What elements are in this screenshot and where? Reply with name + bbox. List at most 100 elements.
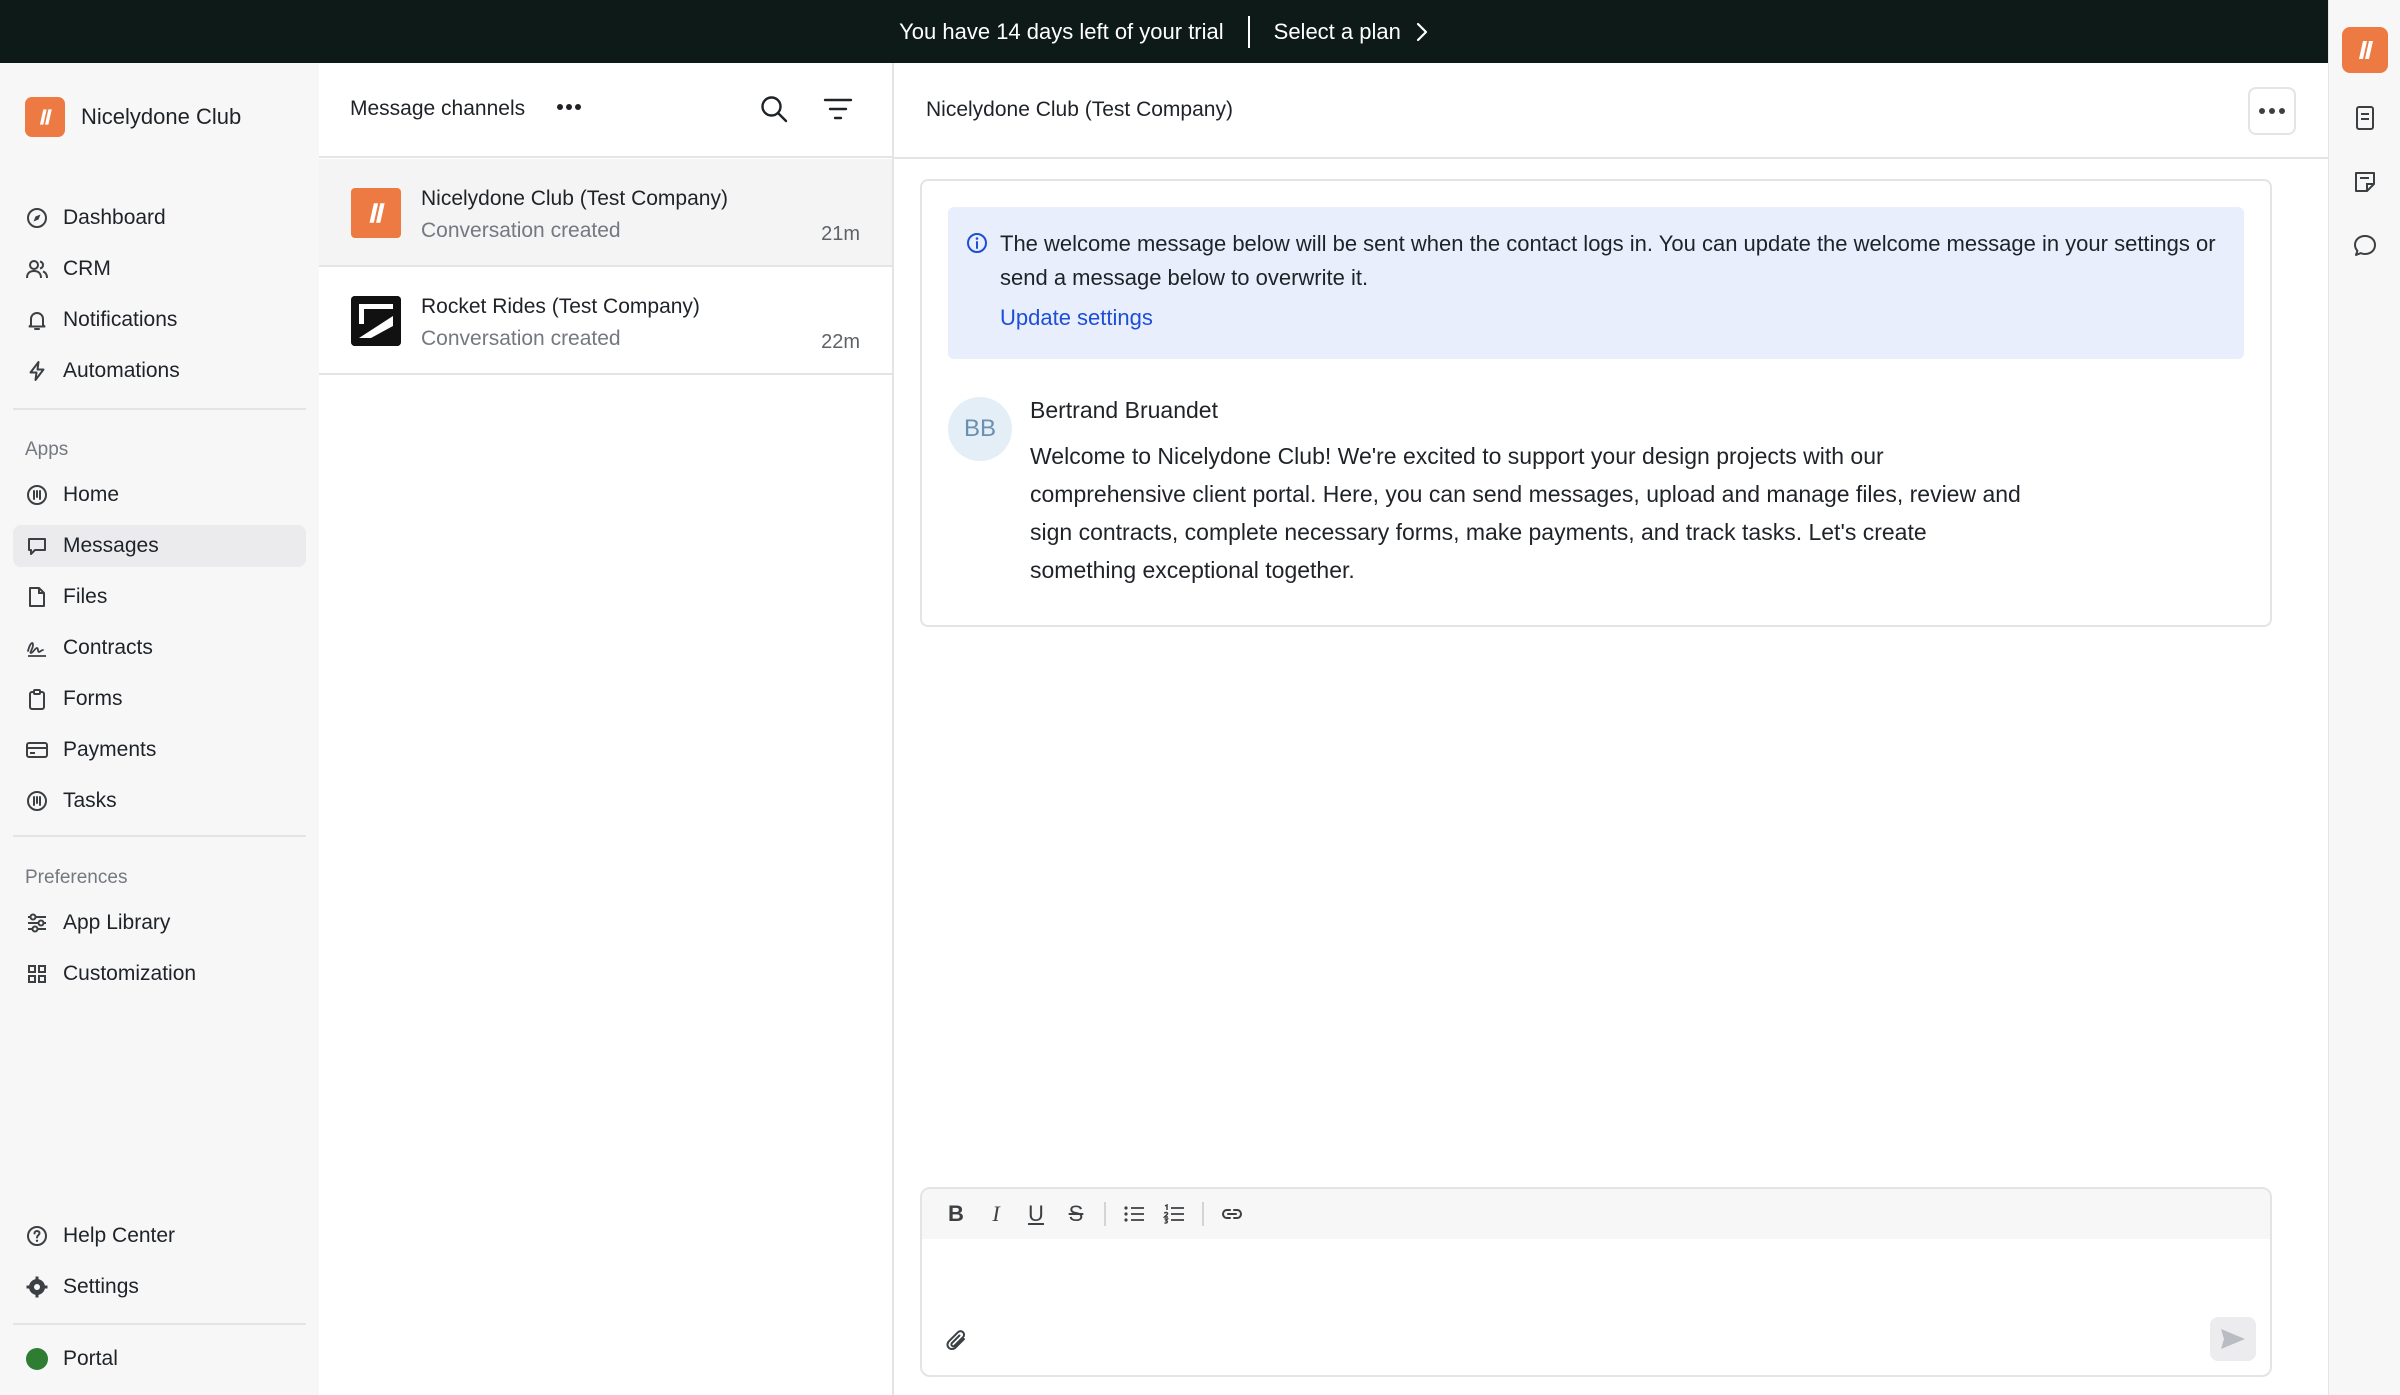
preferences-section-label: Preferences xyxy=(25,867,128,888)
welcome-message-card: The welcome message below will be sent w… xyxy=(920,179,2272,627)
attach-file-button[interactable] xyxy=(944,1327,970,1355)
nav-item-crm[interactable]: CRM xyxy=(13,248,306,290)
conversation-title: Nicelydone Club (Test Company) xyxy=(926,98,1233,121)
channel-search-button[interactable] xyxy=(759,94,789,124)
nav-item-customization[interactable]: Customization xyxy=(13,953,306,995)
sticky-note-button[interactable] xyxy=(2345,163,2385,201)
channel-list-panel: Message channels Nicelydone Club (Test C… xyxy=(319,63,894,1395)
channel-list-title: Message channels xyxy=(350,97,526,120)
conversation-panel: Nicelydone Club (Test Company) The welco… xyxy=(894,63,2328,1395)
nav-item-dashboard[interactable]: Dashboard xyxy=(13,197,306,239)
numbered-list-button[interactable] xyxy=(1154,1194,1194,1234)
tasks-icon xyxy=(25,789,49,813)
conversation-options-button[interactable] xyxy=(2248,87,2296,135)
nav-item-messages[interactable]: Messages xyxy=(13,525,306,567)
sidebar: Nicelydone Club Dashboard CRM Notificati… xyxy=(0,63,319,1395)
nav-label: App Library xyxy=(63,911,171,934)
info-text: The welcome message below will be sent w… xyxy=(1000,231,2216,290)
nav-label: Portal xyxy=(63,1347,118,1370)
clipboard-icon xyxy=(25,687,49,711)
insert-link-button[interactable] xyxy=(1212,1194,1252,1234)
search-icon xyxy=(761,96,788,123)
portal-status-dot xyxy=(26,1348,48,1370)
bolt-icon xyxy=(25,359,49,383)
strikethrough-button[interactable]: S xyxy=(1056,1194,1096,1234)
brand-logo-icon[interactable] xyxy=(2341,27,2388,73)
nav-label: Files xyxy=(63,585,108,608)
channel-avatar-rocket-icon xyxy=(351,296,401,346)
nav-item-app-library[interactable]: App Library xyxy=(13,902,306,944)
more-horizontal-icon xyxy=(2259,108,2285,114)
italic-button[interactable]: I xyxy=(976,1194,1016,1234)
channel-filter-button[interactable] xyxy=(823,96,853,122)
nav-item-contracts[interactable]: Contracts xyxy=(13,627,306,669)
channel-item[interactable]: Rocket Rides (Test Company) Conversation… xyxy=(319,267,892,375)
channel-options-button[interactable] xyxy=(556,103,582,111)
nav-item-files[interactable]: Files xyxy=(13,576,306,618)
nav-item-help-center[interactable]: Help Center xyxy=(13,1215,306,1257)
bullet-list-icon xyxy=(1124,1206,1144,1222)
message-icon xyxy=(25,534,49,558)
notes-button[interactable] xyxy=(2345,99,2385,137)
nav-label: Home xyxy=(63,483,120,506)
channel-subtitle: Conversation created xyxy=(421,327,621,350)
apps-section-label: Apps xyxy=(25,439,69,460)
numbered-list-icon xyxy=(1163,1204,1184,1224)
toolbar-divider xyxy=(1202,1202,1204,1226)
send-button[interactable] xyxy=(2210,1317,2256,1361)
select-plan-link[interactable]: Select a plan xyxy=(1274,19,1429,45)
channel-item[interactable]: Nicelydone Club (Test Company) Conversat… xyxy=(319,159,892,267)
send-icon xyxy=(2221,1329,2245,1349)
signature-icon xyxy=(25,636,49,660)
nav-label: Forms xyxy=(63,687,123,710)
formatting-toolbar: B I U S xyxy=(922,1189,2270,1239)
sliders-icon xyxy=(25,911,49,935)
more-horizontal-icon xyxy=(557,104,581,110)
bold-button[interactable]: B xyxy=(936,1194,976,1234)
gear-icon xyxy=(25,1275,49,1299)
chat-button[interactable] xyxy=(2345,227,2385,265)
nav-item-payments[interactable]: Payments xyxy=(13,729,306,771)
nav-label: Dashboard xyxy=(63,206,166,229)
bullet-list-button[interactable] xyxy=(1114,1194,1154,1234)
grid-icon xyxy=(25,962,49,986)
help-circle-icon xyxy=(25,1224,49,1248)
nav-item-notifications[interactable]: Notifications xyxy=(13,299,306,341)
chat-bubble-icon xyxy=(2353,235,2376,256)
update-settings-link[interactable]: Update settings xyxy=(1000,305,1153,331)
nav-item-forms[interactable]: Forms xyxy=(13,678,306,720)
workspace-brand[interactable]: Nicelydone Club xyxy=(25,97,241,137)
channel-subtitle: Conversation created xyxy=(421,219,621,242)
toolbar-divider xyxy=(1104,1202,1106,1226)
underline-button[interactable]: U xyxy=(1016,1194,1056,1234)
nav-label: Automations xyxy=(63,359,180,382)
sticky-note-icon xyxy=(2354,172,2375,192)
nav-label: Notifications xyxy=(63,308,178,331)
nav-label: Contracts xyxy=(63,636,153,659)
banner-divider xyxy=(1247,15,1250,48)
nav-item-portal[interactable]: Portal xyxy=(13,1338,306,1380)
right-rail xyxy=(2328,0,2400,1395)
document-icon xyxy=(2355,106,2374,130)
message-composer: B I U S xyxy=(920,1187,2272,1377)
chevron-right-icon xyxy=(1416,22,1427,41)
message-author: Bertrand Bruandet xyxy=(1030,397,1218,423)
nav-item-automations[interactable]: Automations xyxy=(13,350,306,392)
conversation-header: Nicelydone Club (Test Company) xyxy=(894,63,2328,159)
channel-avatar-brand-icon xyxy=(351,188,401,238)
nav-label: Settings xyxy=(63,1275,139,1298)
channel-name: Nicelydone Club (Test Company) xyxy=(421,187,728,210)
nav-item-home[interactable]: Home xyxy=(13,474,306,516)
home-app-icon xyxy=(25,483,49,507)
bell-icon xyxy=(25,308,49,332)
select-plan-label: Select a plan xyxy=(1273,18,1401,44)
nav-item-tasks[interactable]: Tasks xyxy=(13,780,306,822)
link-icon xyxy=(1221,1209,1243,1219)
nav-label: Help Center xyxy=(63,1224,176,1247)
channel-time: 22m xyxy=(821,331,860,353)
sidebar-divider xyxy=(13,835,306,837)
users-icon xyxy=(25,257,49,281)
nav-item-settings[interactable]: Settings xyxy=(13,1266,306,1308)
sidebar-divider xyxy=(13,1323,306,1325)
message-input[interactable] xyxy=(922,1239,2270,1319)
